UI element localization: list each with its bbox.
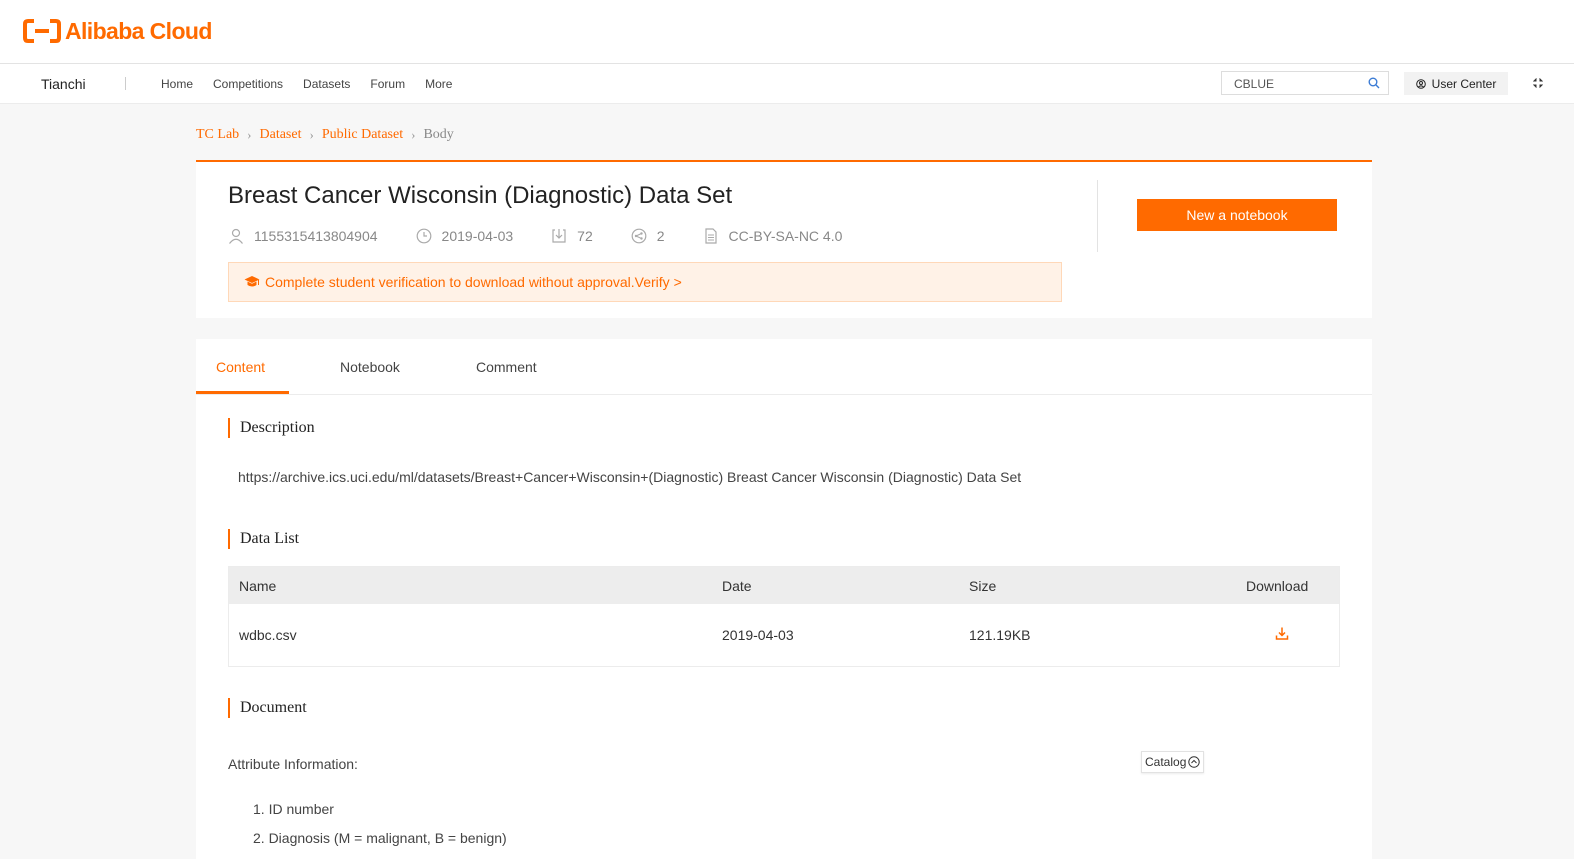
user-center-label: User Center (1431, 76, 1497, 91)
catalog-button[interactable]: Catalog (1141, 751, 1205, 773)
chevron-up-circle-icon (1188, 756, 1201, 768)
dataset-content-card: Content Notebook Comment Description htt… (196, 339, 1372, 859)
nav-divider (125, 77, 126, 90)
tab-notebook[interactable]: Notebook (340, 359, 400, 375)
data-list-table: Name Date Size Download wdbc.csv 2019-04… (228, 566, 1340, 667)
top-header: Alibaba Cloud (0, 0, 1574, 64)
active-tab-indicator (196, 391, 289, 394)
nav-link-more[interactable]: More (425, 77, 452, 91)
document-icon (704, 228, 717, 244)
breadcrumb-dataset[interactable]: Dataset (260, 127, 302, 143)
nav-link-datasets[interactable]: Datasets (303, 77, 350, 91)
nav-links: Home Competitions Datasets Forum More (161, 77, 472, 91)
chevron-right-icon: › (309, 127, 314, 142)
author-id: 1155315413804904 (254, 228, 378, 244)
share-icon (631, 228, 647, 244)
verification-text: Complete student verification to downloa… (265, 274, 682, 290)
breadcrumb-current: Body (423, 127, 454, 142)
file-download-button[interactable] (1275, 627, 1289, 644)
attribute-list: 1. ID number 2. Diagnosis (M = malignant… (253, 801, 507, 859)
content-tabs: Content Notebook Comment (196, 339, 1372, 395)
nav-link-forum[interactable]: Forum (370, 77, 405, 91)
catalog-label: Catalog (1145, 755, 1187, 769)
table-header: Name Date Size Download (229, 567, 1339, 604)
search-input[interactable] (1232, 72, 1366, 96)
header-divider (1097, 180, 1098, 252)
header-download: Download (1246, 577, 1309, 594)
attribute-info-label: Attribute Information: (228, 756, 358, 772)
new-notebook-button[interactable]: New a notebook (1137, 199, 1337, 231)
alibaba-cloud-logo-icon (23, 19, 61, 43)
data-list-section-title: Data List (228, 529, 299, 549)
dataset-title: Breast Cancer Wisconsin (Diagnostic) Dat… (228, 182, 733, 209)
meta-shares: 2 (631, 228, 665, 244)
user-center-button[interactable]: User Center (1404, 72, 1508, 95)
clock-icon (416, 228, 431, 244)
chevron-right-icon: › (411, 127, 416, 142)
meta-author: 1155315413804904 (228, 228, 378, 244)
download-icon (1275, 627, 1289, 640)
tab-comment[interactable]: Comment (476, 359, 537, 375)
description-section-title: Description (228, 418, 315, 438)
breadcrumb-public-dataset[interactable]: Public Dataset (322, 127, 403, 143)
file-name: wdbc.csv (239, 627, 297, 643)
dataset-header-card: Breast Cancer Wisconsin (Diagnostic) Dat… (196, 160, 1372, 318)
header-date: Date (722, 577, 752, 594)
table-row: wdbc.csv 2019-04-03 121.19KB (229, 604, 1339, 666)
description-text: https://archive.ics.uci.edu/ml/datasets/… (238, 469, 1022, 485)
document-section-title: Document (228, 698, 307, 718)
main-navbar: Tianchi Home Competitions Datasets Forum… (0, 64, 1574, 104)
nav-brand-tianchi[interactable]: Tianchi (41, 76, 86, 92)
student-verification-notice[interactable]: Complete student verification to downloa… (228, 262, 1062, 302)
meta-downloads: 72 (551, 228, 593, 244)
user-icon (229, 228, 243, 244)
breadcrumb-tc-lab[interactable]: TC Lab (196, 127, 239, 143)
publish-date: 2019-04-03 (441, 228, 514, 244)
file-date: 2019-04-03 (722, 627, 794, 643)
list-item: 2. Diagnosis (M = malignant, B = benign) (253, 830, 507, 846)
chevron-right-icon: › (247, 127, 252, 142)
graduation-cap-icon (244, 276, 260, 287)
alibaba-cloud-logo[interactable]: Alibaba Cloud (23, 18, 212, 44)
header-name: Name (239, 577, 277, 594)
fullscreen-icon[interactable] (1533, 78, 1543, 88)
dataset-meta: 1155315413804904 2019-04-03 72 2 CC-BY-S… (228, 228, 880, 244)
list-item: 1. ID number (253, 801, 334, 817)
breadcrumb: TC Lab › Dataset › Public Dataset › Body (196, 127, 454, 143)
download-count: 72 (577, 228, 593, 244)
search-icon[interactable] (1368, 77, 1380, 89)
share-count: 2 (656, 228, 665, 244)
search-box (1221, 71, 1389, 96)
meta-date: 2019-04-03 (416, 228, 514, 244)
tab-content[interactable]: Content (216, 359, 265, 375)
file-size: 121.19KB (969, 627, 1031, 643)
header-size: Size (969, 577, 997, 594)
logo-text: Alibaba Cloud (65, 18, 212, 44)
nav-link-home[interactable]: Home (161, 77, 193, 91)
license-label: CC-BY-SA-NC 4.0 (728, 228, 843, 244)
meta-license: CC-BY-SA-NC 4.0 (703, 228, 843, 244)
user-circle-icon (1415, 78, 1426, 89)
nav-link-competitions[interactable]: Competitions (213, 77, 283, 91)
download-icon (552, 229, 566, 243)
